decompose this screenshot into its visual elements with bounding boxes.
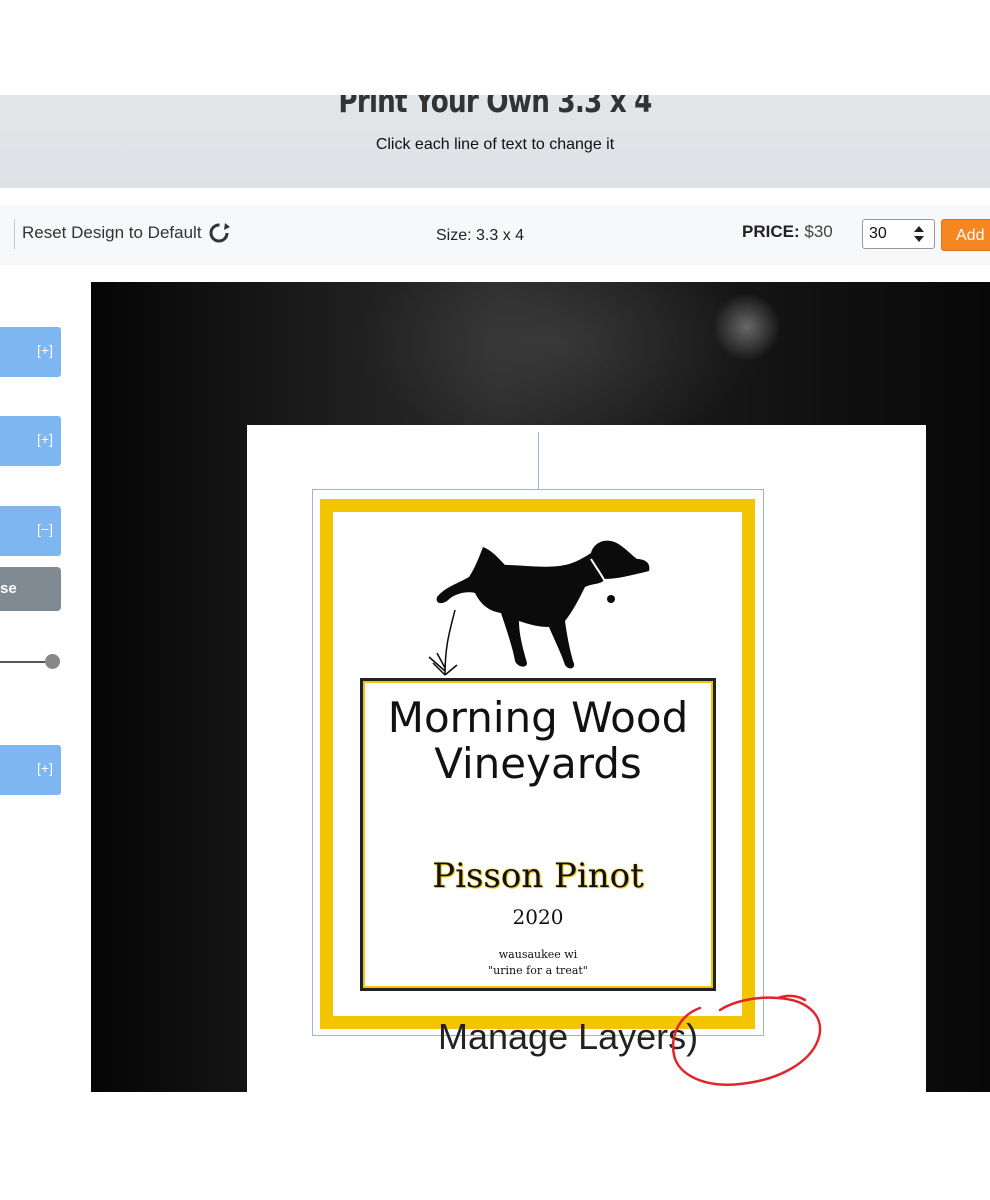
expand-toggle-label: [+] bbox=[37, 431, 53, 447]
design-toolbar: Reset Design to Default Size: 3.3 x 4 PR… bbox=[0, 205, 990, 265]
reset-design-label: Reset Design to Default bbox=[22, 223, 202, 242]
quantity-stepper[interactable]: 30 bbox=[862, 219, 935, 249]
page-title: Print Your Own 3.3 x 4 bbox=[338, 95, 652, 120]
left-options-panel: [+] [+] [−] se [+] bbox=[0, 265, 92, 1095]
page-subtitle: Click each line of text to change it bbox=[375, 136, 615, 153]
page-header: Print Your Own 3.3 x 4 Click each line o… bbox=[0, 95, 990, 188]
dog-silhouette-icon bbox=[428, 540, 650, 676]
quantity-value: 30 bbox=[869, 225, 887, 242]
location-line[interactable]: wausaukee wi bbox=[362, 948, 714, 961]
panel-section-1-toggle[interactable]: [+] bbox=[0, 327, 61, 377]
spinner-arrows-icon[interactable] bbox=[914, 225, 924, 243]
slider-track[interactable] bbox=[0, 661, 48, 663]
reset-design-button[interactable]: Reset Design to Default bbox=[22, 221, 232, 245]
expand-toggle-label: [+] bbox=[37, 760, 53, 776]
panel-section-3-toggle[interactable]: [−] bbox=[0, 506, 61, 556]
tagline-line[interactable]: "urine for a treat" bbox=[362, 964, 714, 977]
center-guide-line bbox=[538, 432, 539, 490]
vineyard-name[interactable]: Morning Wood Vineyards bbox=[362, 695, 714, 787]
price-value: $30 bbox=[804, 222, 833, 241]
expand-toggle-label: [+] bbox=[37, 342, 53, 358]
wine-name[interactable]: Pisson Pinot bbox=[362, 856, 714, 896]
panel-section-2-toggle[interactable]: [+] bbox=[0, 416, 61, 466]
page-root: Print Your Own 3.3 x 4 Click each line o… bbox=[0, 0, 990, 1200]
vineyard-name-line2[interactable]: Vineyards bbox=[362, 741, 714, 787]
price-label: PRICE: bbox=[742, 222, 800, 241]
slider-handle[interactable] bbox=[45, 654, 60, 669]
red-circle-annotation bbox=[671, 994, 822, 1086]
vintage-year[interactable]: 2020 bbox=[362, 905, 714, 929]
size-readout: Size: 3.3 x 4 bbox=[436, 227, 525, 244]
browse-button[interactable]: se bbox=[0, 567, 61, 611]
price-display: PRICE: $30 bbox=[742, 222, 833, 242]
panel-section-4-toggle[interactable]: [+] bbox=[0, 745, 61, 795]
add-to-cart-button[interactable]: Add bbox=[941, 219, 990, 251]
toolbar-divider bbox=[14, 219, 15, 249]
vineyard-name-line1[interactable]: Morning Wood bbox=[362, 695, 714, 741]
collapse-toggle-label: [−] bbox=[37, 521, 53, 537]
refresh-icon bbox=[209, 223, 230, 243]
